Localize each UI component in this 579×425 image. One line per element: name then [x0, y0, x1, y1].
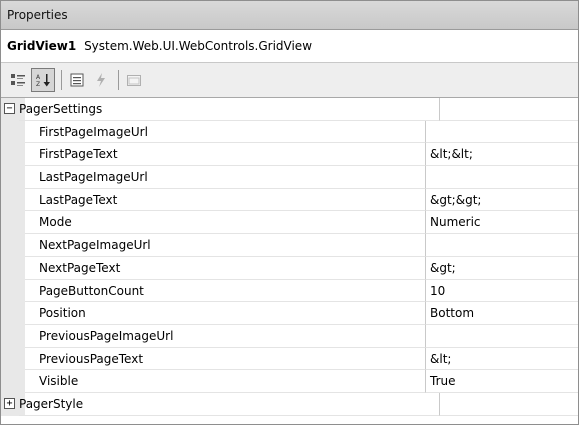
- property-value[interactable]: &gt;&gt;: [426, 189, 578, 212]
- alphabetical-button[interactable]: A Z: [31, 68, 55, 92]
- collapse-icon[interactable]: −: [4, 103, 15, 114]
- row-gutter: [1, 256, 25, 280]
- property-name[interactable]: PreviousPageImageUrl: [25, 324, 426, 348]
- property-name[interactable]: FirstPageText: [25, 143, 426, 167]
- window-title: Properties: [1, 1, 578, 30]
- property-value[interactable]: &lt;: [426, 348, 578, 371]
- category-value: [440, 393, 578, 416]
- property-value[interactable]: Numeric: [426, 211, 578, 235]
- property-row[interactable]: Visible True: [1, 370, 578, 393]
- property-name[interactable]: Position: [25, 302, 426, 325]
- row-gutter: [1, 143, 25, 167]
- property-row[interactable]: FirstPageImageUrl: [1, 120, 578, 144]
- row-gutter: [1, 302, 25, 325]
- property-name[interactable]: PreviousPageText: [25, 347, 426, 371]
- property-name[interactable]: Mode: [25, 211, 426, 235]
- property-row[interactable]: FirstPageText &lt;&lt;: [1, 143, 578, 167]
- property-value[interactable]: &gt;: [426, 257, 578, 280]
- property-pages-icon: [127, 75, 141, 86]
- row-gutter: [1, 234, 25, 257]
- events-icon: [97, 73, 105, 87]
- properties-window: Properties GridView1 System.Web.UI.WebCo…: [0, 0, 579, 425]
- property-row[interactable]: PreviousPageImageUrl: [1, 324, 578, 348]
- row-gutter: [1, 370, 25, 393]
- properties-button[interactable]: [66, 69, 88, 91]
- properties-icon: [70, 73, 84, 87]
- property-name[interactable]: NextPageImageUrl: [25, 234, 426, 257]
- property-value[interactable]: &lt;&lt;: [426, 143, 578, 167]
- categorized-icon: [11, 74, 25, 86]
- events-button[interactable]: [90, 69, 112, 91]
- property-row[interactable]: NextPageImageUrl: [1, 234, 578, 257]
- row-gutter: [1, 347, 25, 371]
- property-value[interactable]: [426, 325, 578, 348]
- category-name: PagerStyle: [19, 392, 440, 416]
- property-row[interactable]: NextPageText &gt;: [1, 256, 578, 280]
- toolbar-separator: [118, 70, 119, 90]
- row-gutter: [1, 188, 25, 212]
- toolbar-separator: [61, 70, 62, 90]
- toolbar: A Z: [1, 63, 578, 98]
- category-name: PagerSettings: [19, 98, 440, 121]
- property-row[interactable]: Position Bottom: [1, 302, 578, 325]
- property-row[interactable]: PreviousPageText &lt;: [1, 347, 578, 371]
- row-gutter: [1, 211, 25, 235]
- svg-text:Z: Z: [36, 81, 40, 88]
- category-value: [440, 98, 578, 121]
- row-gutter: [1, 120, 25, 144]
- object-type: System.Web.UI.WebControls.GridView: [84, 39, 313, 53]
- property-name[interactable]: FirstPageImageUrl: [25, 120, 426, 144]
- alphabetical-icon: A Z: [36, 74, 50, 88]
- property-value[interactable]: [426, 121, 578, 144]
- property-name[interactable]: PageButtonCount: [25, 279, 426, 303]
- property-row[interactable]: PageButtonCount 10: [1, 279, 578, 303]
- property-name[interactable]: NextPageText: [25, 256, 426, 280]
- property-row[interactable]: LastPageImageUrl: [1, 166, 578, 189]
- row-gutter: [1, 324, 25, 348]
- property-value[interactable]: [426, 234, 578, 257]
- object-selector[interactable]: GridView1 System.Web.UI.WebControls.Grid…: [1, 30, 578, 63]
- object-name: GridView1: [7, 39, 77, 53]
- property-row[interactable]: Mode Numeric: [1, 211, 578, 235]
- category-row[interactable]: − PagerSettings: [1, 98, 578, 121]
- row-gutter: [1, 279, 25, 303]
- expand-icon[interactable]: +: [4, 397, 15, 409]
- property-value[interactable]: True: [426, 370, 578, 393]
- property-value[interactable]: [426, 166, 578, 189]
- row-gutter: [1, 166, 25, 189]
- svg-text:A: A: [36, 74, 41, 81]
- category-row[interactable]: + PagerStyle: [1, 392, 578, 416]
- property-name[interactable]: Visible: [25, 370, 426, 393]
- property-row[interactable]: LastPageText &gt;&gt;: [1, 188, 578, 212]
- property-pages-button[interactable]: [123, 69, 145, 91]
- property-name[interactable]: LastPageText: [25, 188, 426, 212]
- property-grid: − PagerSettings FirstPageImageUrl FirstPage…: [1, 98, 578, 416]
- property-value[interactable]: 10: [426, 280, 578, 303]
- categorized-button[interactable]: [7, 69, 29, 91]
- property-value[interactable]: Bottom: [426, 302, 578, 325]
- property-name[interactable]: LastPageImageUrl: [25, 166, 426, 189]
